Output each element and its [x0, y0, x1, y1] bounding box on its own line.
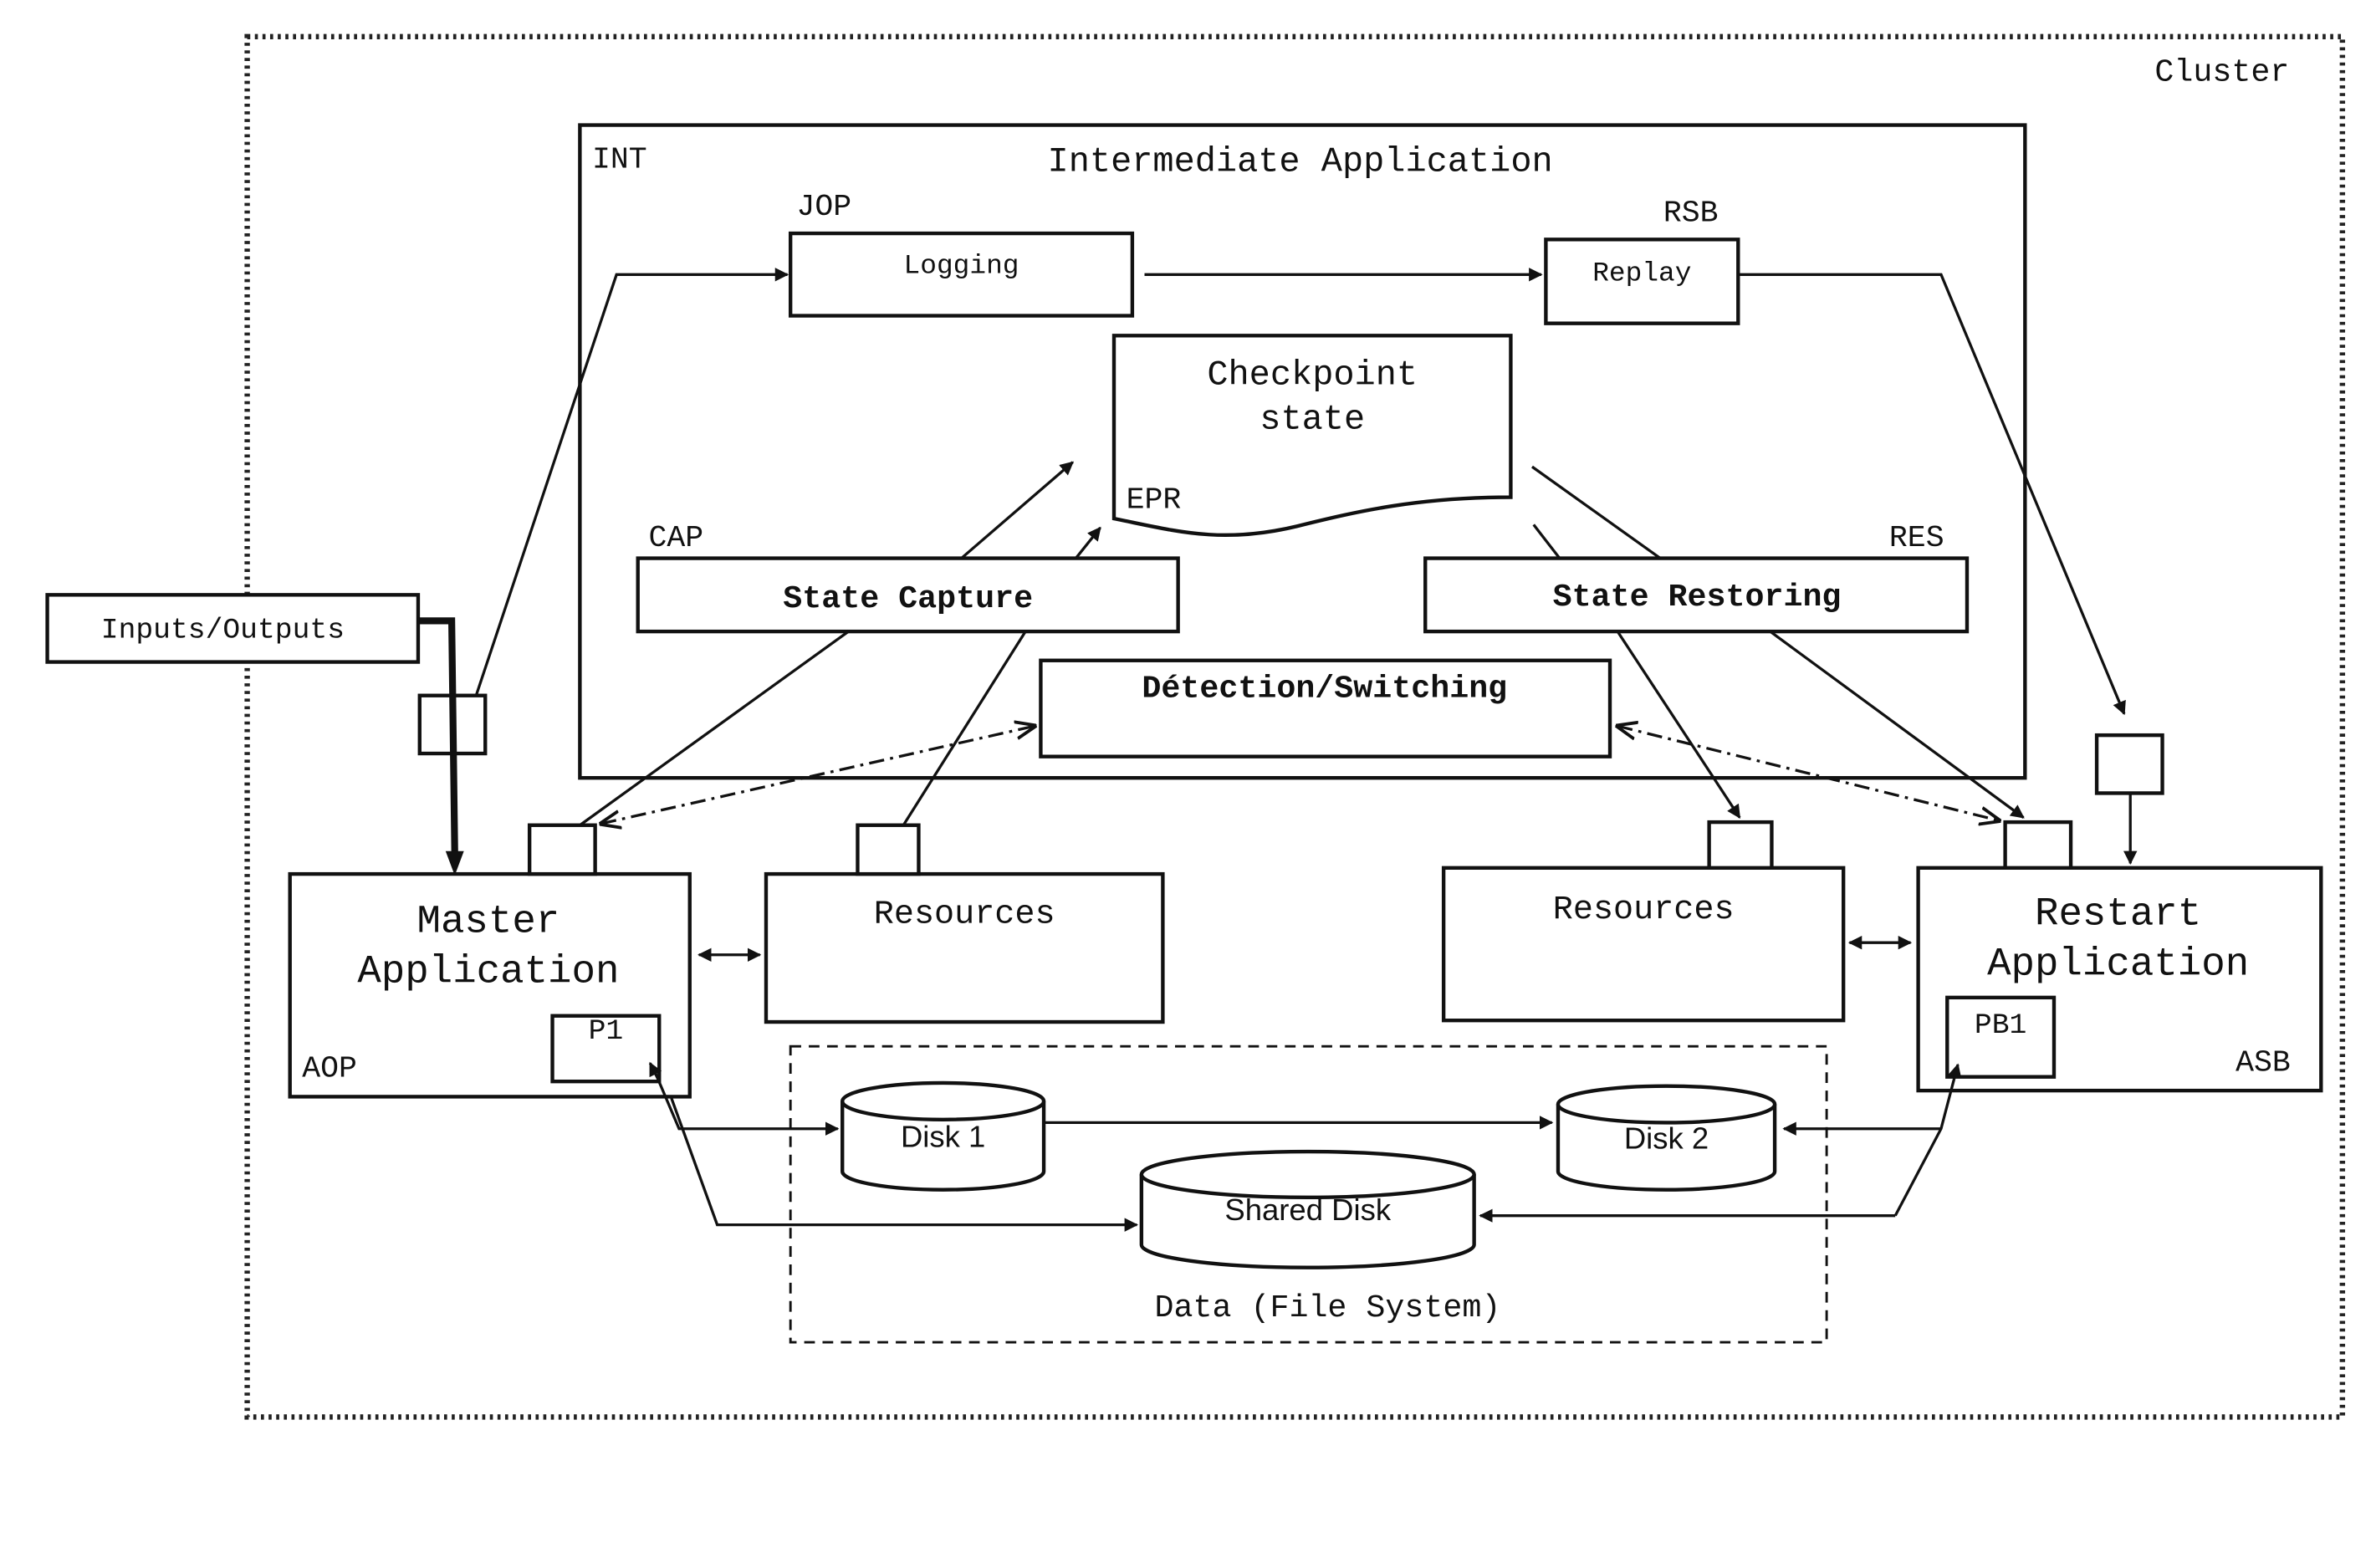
- cap-tag: CAP: [648, 521, 703, 555]
- restart-port[interactable]: [2003, 820, 2073, 871]
- pb1-label: PB1: [1975, 1009, 2026, 1042]
- disk-1[interactable]: Disk 1: [841, 1080, 1046, 1192]
- asb-tag: ASB: [2235, 1045, 2291, 1080]
- intermediate-title: Intermediate Application: [1048, 141, 1553, 181]
- checkpoint-line1: Checkpoint: [1207, 355, 1418, 396]
- resources-left-box[interactable]: Resources: [764, 871, 1165, 1024]
- resources-left-label: Resources: [874, 896, 1055, 933]
- restart-input-port[interactable]: [2094, 733, 2164, 795]
- state-restoring-label: State Restoring: [1553, 579, 1842, 615]
- pb1-process-box[interactable]: PB1: [1945, 995, 2057, 1079]
- detection-switching-box[interactable]: Détection/Switching: [1039, 658, 1612, 758]
- restart-line2: Application: [1987, 942, 2249, 987]
- p1-label: P1: [589, 1015, 624, 1048]
- disk-1-label: Disk 1: [901, 1120, 985, 1154]
- master-line2: Application: [357, 951, 619, 995]
- rsb-tag: RSB: [1663, 196, 1719, 230]
- logging-box[interactable]: Logging: [788, 231, 1135, 318]
- disk-2-label: Disk 2: [1624, 1121, 1709, 1155]
- int-tag: INT: [592, 143, 647, 177]
- resources-right-box[interactable]: Resources: [1441, 866, 1846, 1023]
- restart-line1: Restart: [2035, 892, 2201, 937]
- master-port[interactable]: [527, 823, 597, 876]
- disk-2[interactable]: Disk 2: [1556, 1084, 1777, 1192]
- state-restoring-box[interactable]: State Restoring: [1423, 556, 1970, 634]
- shared-disk[interactable]: Shared Disk: [1139, 1149, 1476, 1269]
- resources-right-label: Resources: [1553, 891, 1735, 929]
- master-line1: Master: [416, 900, 560, 944]
- inputs-outputs-box[interactable]: Inputs/Outputs: [45, 593, 421, 664]
- shared-disk-label: Shared Disk: [1224, 1193, 1391, 1227]
- state-capture-label: State Capture: [783, 580, 1033, 617]
- inputs-outputs-label: Inputs/Outputs: [101, 614, 345, 646]
- res-tag: RES: [1889, 521, 1944, 555]
- cluster-label: Cluster: [2154, 54, 2289, 91]
- p1-process-box[interactable]: P1: [550, 1014, 662, 1084]
- logging-label: Logging: [904, 250, 1019, 281]
- replay-box[interactable]: Replay: [1544, 237, 1740, 325]
- jop-tag: JOP: [796, 190, 851, 224]
- architecture-diagram: Cluster INT Intermediate Application JOP…: [45, 33, 2346, 1420]
- state-capture-box[interactable]: State Capture: [636, 556, 1180, 634]
- aop-tag: AOP: [302, 1052, 357, 1086]
- replay-label: Replay: [1592, 258, 1691, 289]
- io-arrowhead-icon: [445, 850, 464, 876]
- detection-switching-label: Détection/Switching: [1142, 671, 1507, 707]
- resources-right-port[interactable]: [1707, 820, 1774, 871]
- io-to-master-line: [417, 617, 458, 855]
- data-file-system-label: Data (File System): [1155, 1290, 1501, 1326]
- checkpoint-line2: state: [1260, 400, 1365, 440]
- resources-left-port[interactable]: [856, 823, 921, 876]
- epr-tag: EPR: [1127, 483, 1182, 517]
